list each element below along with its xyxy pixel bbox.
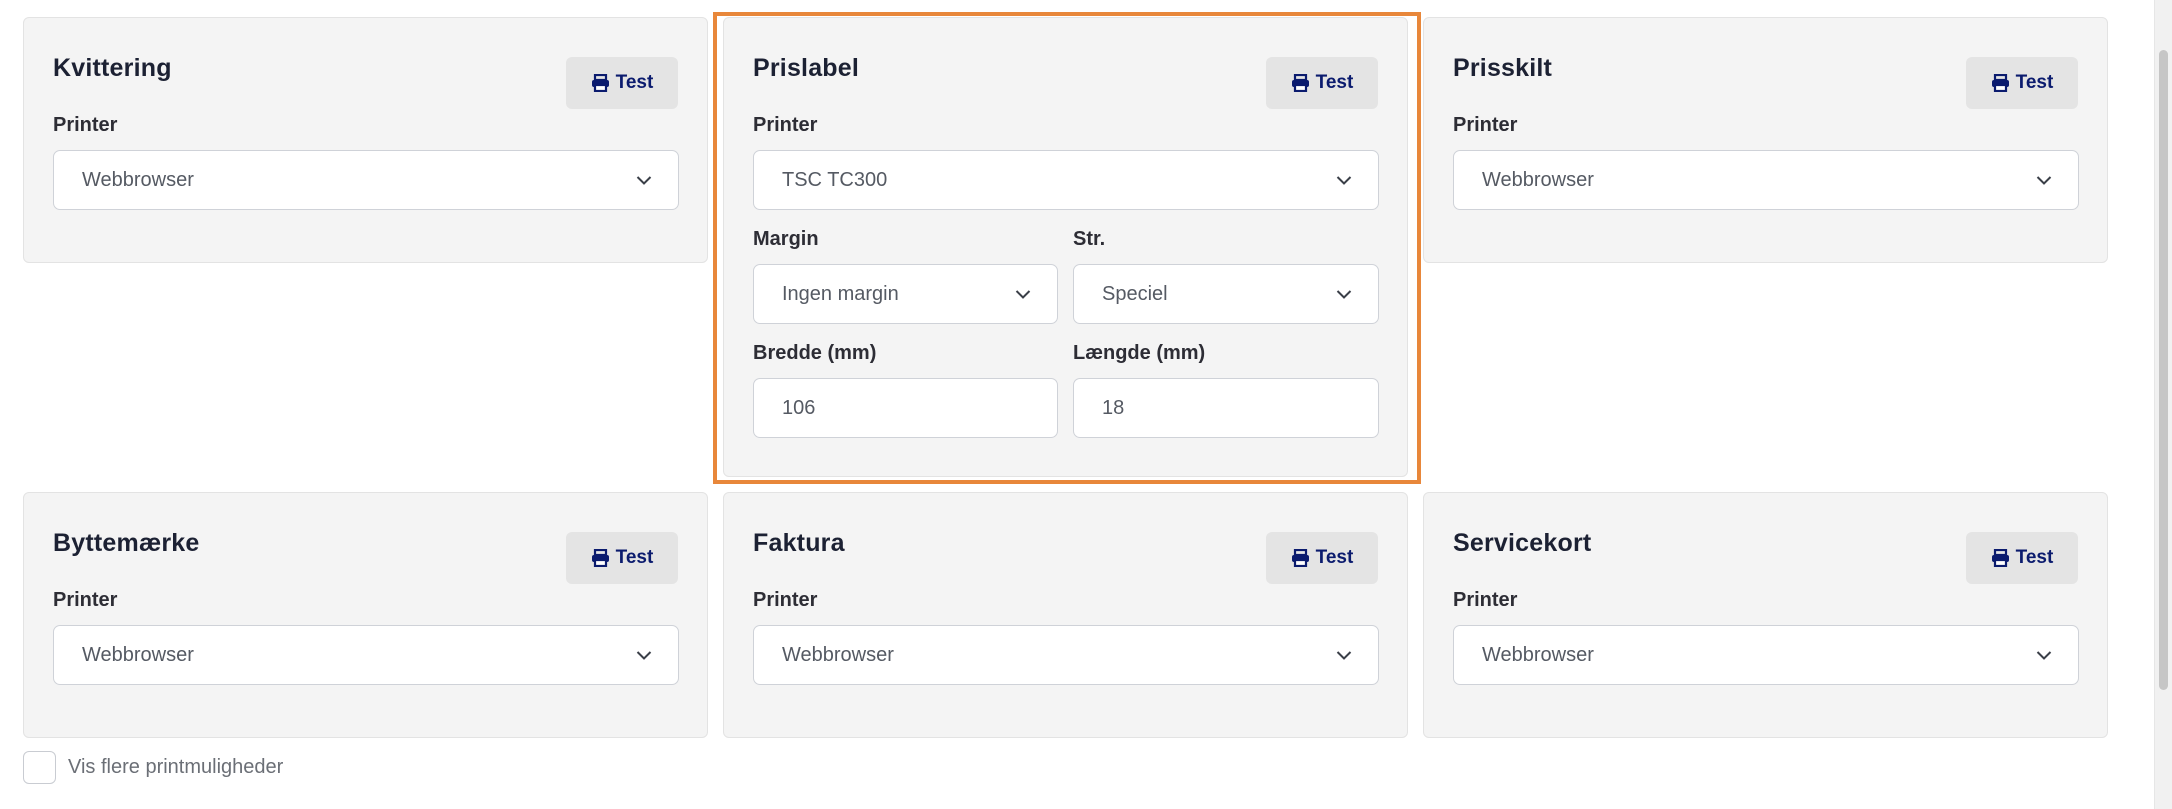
card-byttemaerke: Byttemærke Test Printer Webbrowser: [23, 492, 708, 738]
card-title: Servicekort: [1453, 529, 1592, 557]
printer-label: Printer: [1453, 589, 1518, 611]
chevron-down-icon: [1336, 644, 1352, 667]
margin-select[interactable]: Ingen margin: [753, 264, 1058, 324]
size-select-value: Speciel: [1102, 282, 1168, 305]
card-title: Faktura: [753, 529, 845, 557]
test-button[interactable]: Test: [1266, 532, 1378, 584]
card-title: Prisskilt: [1453, 54, 1553, 82]
printer-icon: [1291, 74, 1310, 92]
printer-icon: [1991, 549, 2010, 567]
size-select[interactable]: Speciel: [1073, 264, 1379, 324]
printer-select[interactable]: Webbrowser: [53, 625, 679, 685]
printer-icon: [1991, 74, 2010, 92]
printer-select[interactable]: Webbrowser: [53, 150, 679, 210]
test-button[interactable]: Test: [1966, 532, 2078, 584]
card-title: Prislabel: [753, 54, 860, 82]
card-faktura: Faktura Test Printer Webbrowser: [723, 492, 1408, 738]
printer-select-value: Webbrowser: [82, 168, 194, 191]
test-button-label: Test: [2015, 72, 2054, 93]
chevron-down-icon: [1336, 283, 1352, 306]
printer-label: Printer: [1453, 114, 1518, 136]
more-options-row[interactable]: Vis flere printmuligheder: [23, 751, 283, 784]
width-input[interactable]: 106: [753, 378, 1058, 438]
card-title: Byttemærke: [53, 529, 200, 557]
card-prislabel: Prislabel Test Printer TSC TC300 Margin …: [723, 17, 1408, 477]
test-button[interactable]: Test: [566, 57, 678, 109]
test-button-label: Test: [615, 72, 654, 93]
card-kvittering: Kvittering Test Printer Webbrowser: [23, 17, 708, 263]
printer-label: Printer: [753, 589, 818, 611]
printer-select[interactable]: Webbrowser: [1453, 625, 2079, 685]
printer-label: Printer: [53, 114, 118, 136]
test-button-label: Test: [1315, 547, 1354, 568]
printer-select[interactable]: Webbrowser: [1453, 150, 2079, 210]
test-button-label: Test: [615, 547, 654, 568]
chevron-down-icon: [2036, 644, 2052, 667]
test-button[interactable]: Test: [1966, 57, 2078, 109]
printer-label: Printer: [53, 589, 118, 611]
length-label: Længde (mm): [1073, 342, 1206, 364]
card-prisskilt: Prisskilt Test Printer Webbrowser: [1423, 17, 2108, 263]
test-button[interactable]: Test: [1266, 57, 1378, 109]
width-input-value: 106: [782, 396, 816, 419]
scrollbar-thumb[interactable]: [2159, 50, 2168, 690]
printer-select[interactable]: TSC TC300: [753, 150, 1379, 210]
printer-select-value: Webbrowser: [1482, 643, 1594, 666]
length-input-value: 18: [1102, 396, 1125, 419]
width-label: Bredde (mm): [753, 342, 877, 364]
size-label: Str.: [1073, 228, 1106, 250]
chevron-down-icon: [2036, 169, 2052, 192]
test-button-label: Test: [2015, 547, 2054, 568]
printer-icon: [1291, 549, 1310, 567]
more-options-checkbox[interactable]: [23, 751, 56, 784]
length-input[interactable]: 18: [1073, 378, 1379, 438]
printer-select-value: Webbrowser: [82, 643, 194, 666]
margin-label: Margin: [753, 228, 819, 250]
test-button-label: Test: [1315, 72, 1354, 93]
chevron-down-icon: [1336, 169, 1352, 192]
scrollbar-track[interactable]: [2154, 0, 2172, 809]
printer-icon: [591, 549, 610, 567]
printer-icon: [591, 74, 610, 92]
printer-select-value: Webbrowser: [782, 643, 894, 666]
chevron-down-icon: [636, 644, 652, 667]
test-button[interactable]: Test: [566, 532, 678, 584]
card-servicekort: Servicekort Test Printer Webbrowser: [1423, 492, 2108, 738]
printer-select-value: TSC TC300: [782, 168, 888, 191]
chevron-down-icon: [636, 169, 652, 192]
chevron-down-icon: [1015, 283, 1031, 306]
margin-select-value: Ingen margin: [782, 282, 899, 305]
card-title: Kvittering: [53, 54, 172, 82]
printer-select-value: Webbrowser: [1482, 168, 1594, 191]
more-options-label: Vis flere printmuligheder: [68, 756, 284, 778]
printer-label: Printer: [753, 114, 818, 136]
printer-select[interactable]: Webbrowser: [753, 625, 1379, 685]
